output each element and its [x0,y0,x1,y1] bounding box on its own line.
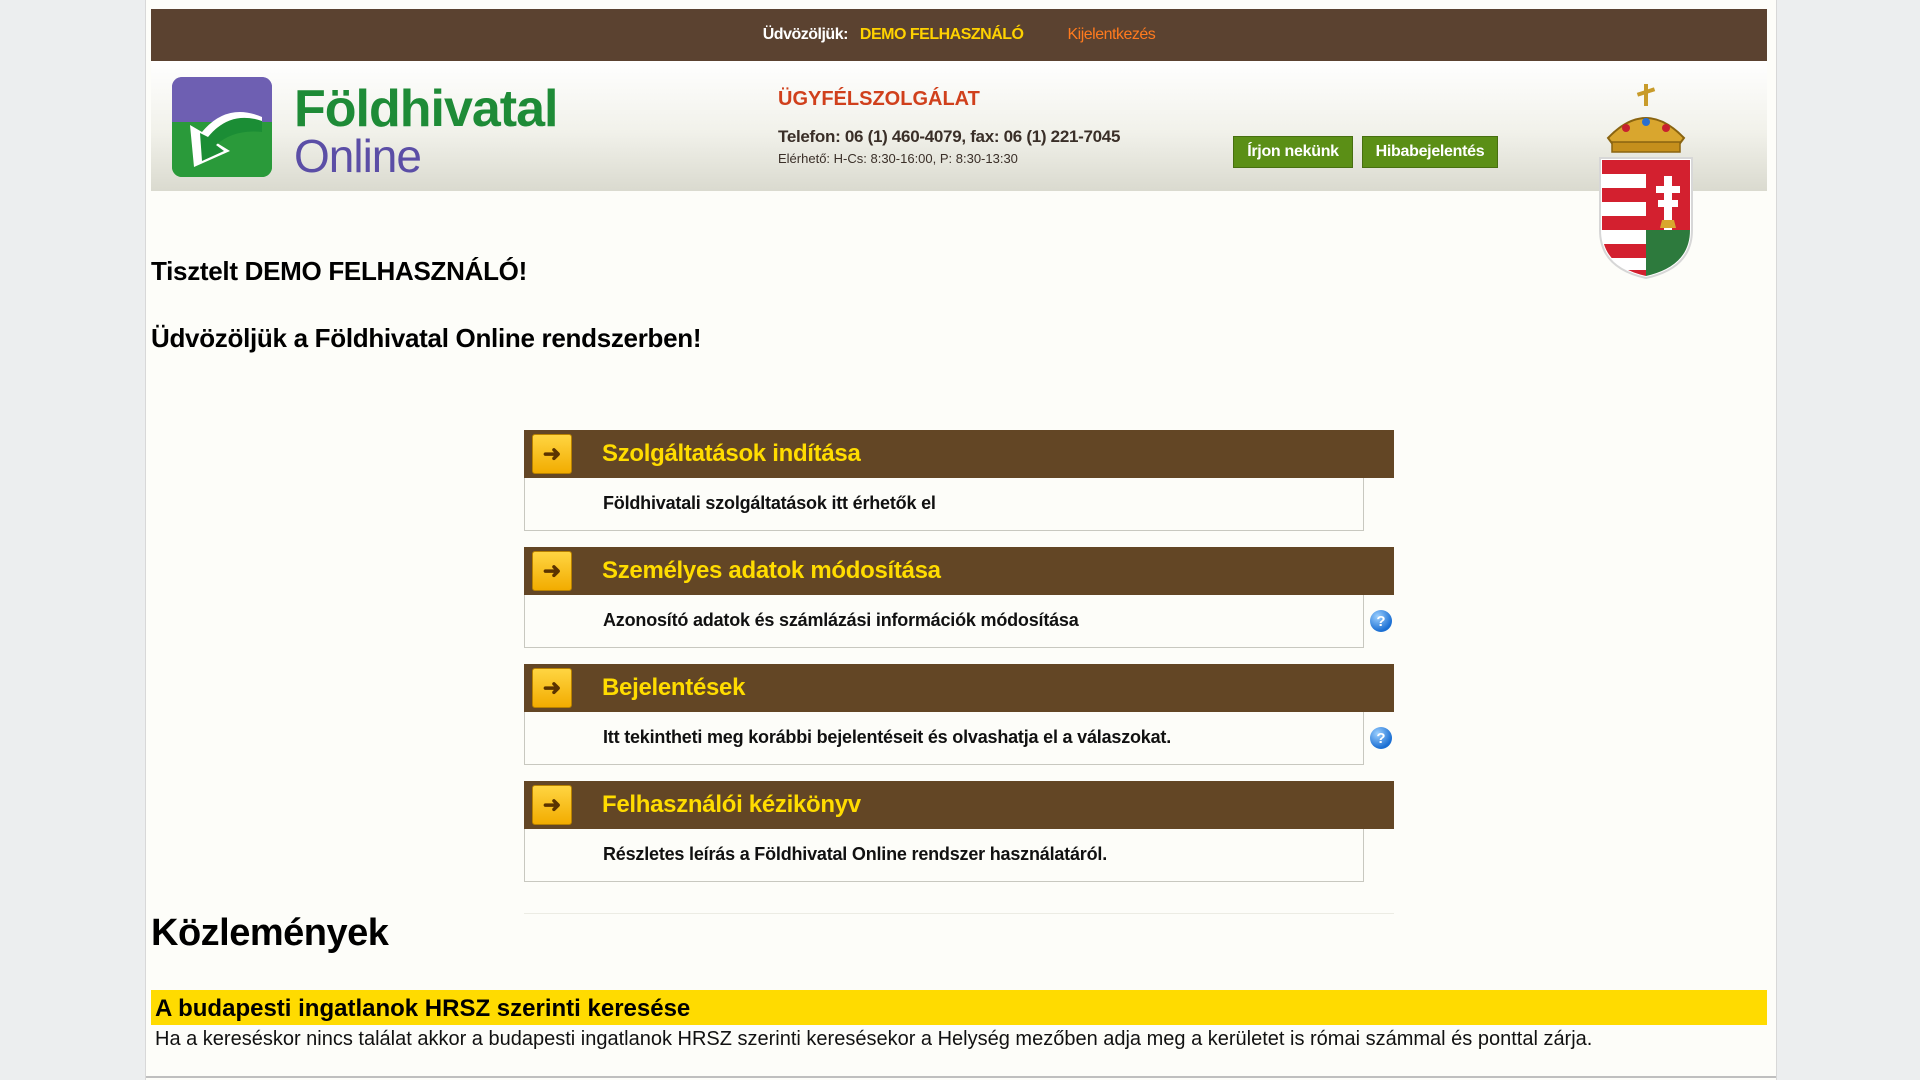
menu-item-title[interactable]: Bejelentések [602,674,745,702]
page: Üdvözöljük: DEMO FELHASZNÁLÓ Kijelentkez… [145,0,1777,1080]
help-question-icon[interactable]: ? [1370,610,1392,632]
menu-item-services: ➜ Szolgáltatások indítása Földhivatali s… [524,430,1394,532]
write-to-us-button[interactable]: Írjon nekünk [1233,136,1353,168]
menu-item-header[interactable]: ➜ Bejelentések [524,664,1394,712]
greeting-title: Tisztelt DEMO FELHASZNÁLÓ! [151,256,527,286]
menu-item-description: Földhivatali szolgáltatások itt érhetők … [603,493,936,513]
menu-item-title[interactable]: Felhasználói kézikönyv [602,791,861,819]
menu-item-header[interactable]: ➜ Személyes adatok módosítása [524,547,1394,595]
menu-item-header[interactable]: ➜ Szolgáltatások indítása [524,430,1394,478]
arrow-right-icon[interactable]: ➜ [532,551,572,591]
welcome-message: Üdvözöljük a Földhivatal Online rendszer… [151,323,702,353]
support-title: ÜGYFÉLSZOLGÁLAT [778,88,980,110]
help-question-icon[interactable]: ? [1370,727,1392,749]
notice-title: A budapesti ingatlanok HRSZ szerinti ker… [155,995,691,1022]
menu-item-description: Itt tekintheti meg korábbi bejelentéseit… [603,727,1172,747]
menu-item-title[interactable]: Személyes adatok módosítása [602,557,941,585]
menu-item-header[interactable]: ➜ Felhasználói kézikönyv [524,781,1394,829]
foldhivatal-logo-icon[interactable] [172,77,272,177]
site-header: Földhivatal Online ÜGYFÉLSZOLGÁLAT Telef… [151,61,1767,191]
menu-item-description: Részletes leírás a Földhivatal Online re… [603,844,1107,864]
top-bar: Üdvözöljük: DEMO FELHASZNÁLÓ Kijelentkez… [151,9,1767,61]
menu-item-description: Azonosító adatok és számlázási informáci… [603,610,1079,630]
menu-item-body: Részletes leírás a Földhivatal Online re… [524,829,1364,882]
menu-item-body: Földhivatali szolgáltatások itt érhetők … [524,478,1364,531]
notice-text: Ha a kereséskor nincs találat akkor a bu… [155,1028,1593,1050]
logout-link[interactable]: Kijelentkezés [1067,26,1155,44]
logo-subtitle: Online [294,130,422,182]
hungarian-coat-of-arms-icon [1586,80,1706,282]
bug-report-button[interactable]: Hibabejelentés [1362,136,1498,168]
arrow-right-icon[interactable]: ➜ [532,434,572,474]
support-hours: Elérhető: H-Cs: 8:30-16:00, P: 8:30-13:3… [778,151,1018,166]
menu-item-personal-data: ➜ Személyes adatok módosítása Azonosító … [524,547,1394,649]
arrow-right-icon[interactable]: ➜ [532,668,572,708]
divider [146,1076,1776,1078]
support-phone: Telefon: 06 (1) 460-4079, fax: 06 (1) 22… [778,127,1121,146]
divider [524,913,1394,914]
notice-title-bar: A budapesti ingatlanok HRSZ szerinti ker… [151,990,1767,1025]
welcome-label: Üdvözöljük: [762,26,849,43]
logo-arrow-icon [172,77,272,177]
user-name: DEMO FELHASZNÁLÓ [859,26,1024,43]
menu-item-body: Azonosító adatok és számlázási informáci… [524,595,1364,648]
menu-item-title[interactable]: Szolgáltatások indítása [602,440,861,468]
menu-item-body: Itt tekintheti meg korábbi bejelentéseit… [524,712,1364,765]
notices-heading: Közlemények [151,912,389,954]
arrow-right-icon[interactable]: ➜ [532,785,572,825]
menu-item-reports: ➜ Bejelentések Itt tekintheti meg korább… [524,664,1394,766]
menu-item-user-manual: ➜ Felhasználói kézikönyv Részletes leírá… [524,781,1394,883]
